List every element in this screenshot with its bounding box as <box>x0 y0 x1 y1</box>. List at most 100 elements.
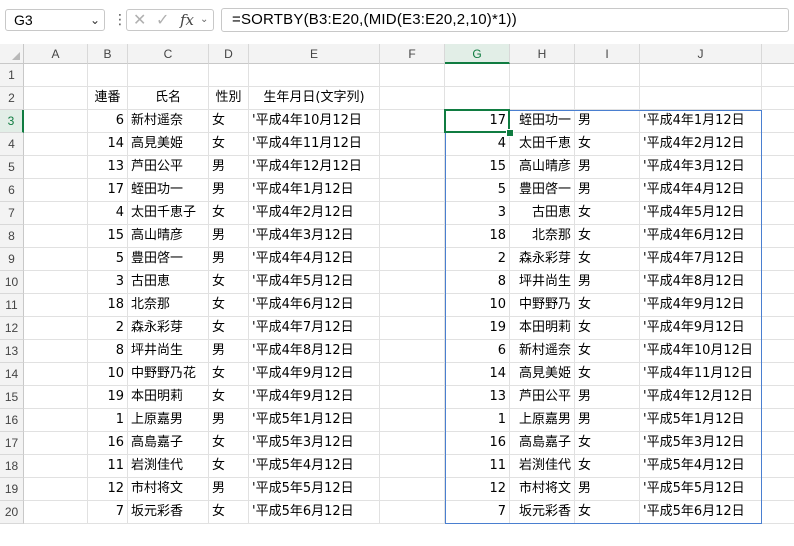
spill-serial-cell[interactable]: 4 <box>445 133 510 156</box>
column-header-h[interactable]: H <box>510 44 575 64</box>
spill-gender-cell[interactable]: 女 <box>575 363 640 386</box>
empty-cell[interactable] <box>762 340 794 363</box>
spill-name-cell[interactable]: 古田恵 <box>510 202 575 225</box>
name-cell[interactable]: 本田明莉 <box>128 386 209 409</box>
spill-birthdate-cell[interactable]: '平成5年3月12日 <box>640 432 762 455</box>
empty-cell[interactable] <box>380 87 445 110</box>
spill-gender-cell[interactable]: 男 <box>575 156 640 179</box>
row-header-14[interactable]: 14 <box>0 363 24 386</box>
row-header-16[interactable]: 16 <box>0 409 24 432</box>
serial-cell[interactable]: 14 <box>88 133 128 156</box>
serial-cell[interactable]: 4 <box>88 202 128 225</box>
empty-cell[interactable] <box>445 87 510 110</box>
header-name[interactable]: 氏名 <box>128 87 209 110</box>
spill-name-cell[interactable]: 高島嘉子 <box>510 432 575 455</box>
spill-gender-cell[interactable]: 女 <box>575 202 640 225</box>
empty-cell[interactable] <box>762 64 794 87</box>
name-cell[interactable]: 新村遥奈 <box>128 110 209 133</box>
gender-cell[interactable]: 男 <box>209 225 249 248</box>
spill-gender-cell[interactable]: 男 <box>575 409 640 432</box>
spill-serial-cell[interactable]: 19 <box>445 317 510 340</box>
serial-cell[interactable]: 18 <box>88 294 128 317</box>
name-cell[interactable]: 高見美姫 <box>128 133 209 156</box>
formula-input[interactable]: =SORTBY(B3:E20,(MID(E3:E20,2,10)*1)) <box>221 8 789 32</box>
empty-cell[interactable] <box>762 455 794 478</box>
spill-serial-cell[interactable]: 7 <box>445 501 510 524</box>
empty-cell[interactable] <box>24 110 88 133</box>
spill-serial-cell[interactable]: 1 <box>445 409 510 432</box>
spill-name-cell[interactable]: 新村遥奈 <box>510 340 575 363</box>
empty-cell[interactable] <box>762 409 794 432</box>
empty-cell[interactable] <box>762 248 794 271</box>
empty-cell[interactable] <box>380 133 445 156</box>
empty-cell[interactable] <box>24 363 88 386</box>
spill-name-cell[interactable]: 豊田啓一 <box>510 179 575 202</box>
fill-handle[interactable] <box>506 129 514 137</box>
row-header-10[interactable]: 10 <box>0 271 24 294</box>
empty-cell[interactable] <box>24 87 88 110</box>
spill-birthdate-cell[interactable]: '平成4年8月12日 <box>640 271 762 294</box>
serial-cell[interactable]: 16 <box>88 432 128 455</box>
column-header-c[interactable]: C <box>128 44 209 64</box>
empty-cell[interactable] <box>762 202 794 225</box>
gender-cell[interactable]: 女 <box>209 294 249 317</box>
column-header-next[interactable] <box>762 44 794 64</box>
empty-cell[interactable] <box>380 179 445 202</box>
serial-cell[interactable]: 15 <box>88 225 128 248</box>
spill-gender-cell[interactable]: 女 <box>575 248 640 271</box>
birthdate-cell[interactable]: '平成4年4月12日 <box>249 248 380 271</box>
serial-cell[interactable]: 13 <box>88 156 128 179</box>
empty-cell[interactable] <box>762 501 794 524</box>
empty-cell[interactable] <box>762 294 794 317</box>
name-cell[interactable]: 森永彩芽 <box>128 317 209 340</box>
name-cell[interactable]: 高島嘉子 <box>128 432 209 455</box>
name-cell[interactable]: 中野野乃花 <box>128 363 209 386</box>
row-header-20[interactable]: 20 <box>0 501 24 524</box>
spill-birthdate-cell[interactable]: '平成4年3月12日 <box>640 156 762 179</box>
spill-birthdate-cell[interactable]: '平成4年9月12日 <box>640 294 762 317</box>
column-header-f[interactable]: F <box>380 44 445 64</box>
name-cell[interactable]: 坂元彩香 <box>128 501 209 524</box>
row-header-15[interactable]: 15 <box>0 386 24 409</box>
gender-cell[interactable]: 女 <box>209 363 249 386</box>
spill-serial-cell[interactable]: 6 <box>445 340 510 363</box>
row-header-5[interactable]: 5 <box>0 156 24 179</box>
spill-name-cell[interactable]: 太田千恵 <box>510 133 575 156</box>
empty-cell[interactable] <box>575 64 640 87</box>
name-cell[interactable]: 古田恵 <box>128 271 209 294</box>
worksheet-grid[interactable]: A B C D E F G H I J 1 2 3 4 5 6 7 8 9 10 11 12 13 14 15 16 17 18 19 2… <box>0 44 794 546</box>
empty-cell[interactable] <box>380 64 445 87</box>
birthdate-cell[interactable]: '平成4年12月12日 <box>249 156 380 179</box>
row-header-11[interactable]: 11 <box>0 294 24 317</box>
serial-cell[interactable]: 8 <box>88 340 128 363</box>
row-header-19[interactable]: 19 <box>0 478 24 501</box>
gender-cell[interactable]: 男 <box>209 340 249 363</box>
empty-cell[interactable] <box>380 432 445 455</box>
empty-cell[interactable] <box>380 202 445 225</box>
empty-cell[interactable] <box>88 64 128 87</box>
row-header-3[interactable]: 3 <box>0 110 24 133</box>
serial-cell[interactable]: 6 <box>88 110 128 133</box>
enter-icon[interactable]: ✓ <box>156 10 169 30</box>
column-header-i[interactable]: I <box>575 44 640 64</box>
row-header-12[interactable]: 12 <box>0 317 24 340</box>
spill-gender-cell[interactable]: 女 <box>575 317 640 340</box>
empty-cell[interactable] <box>380 409 445 432</box>
empty-cell[interactable] <box>380 225 445 248</box>
spill-birthdate-cell[interactable]: '平成5年4月12日 <box>640 455 762 478</box>
header-gender[interactable]: 性別 <box>209 87 249 110</box>
birthdate-cell[interactable]: '平成4年6月12日 <box>249 294 380 317</box>
empty-cell[interactable] <box>380 386 445 409</box>
birthdate-cell[interactable]: '平成5年5月12日 <box>249 478 380 501</box>
birthdate-cell[interactable]: '平成4年9月12日 <box>249 386 380 409</box>
spill-gender-cell[interactable]: 女 <box>575 501 640 524</box>
empty-cell[interactable] <box>24 133 88 156</box>
empty-cell[interactable] <box>380 340 445 363</box>
birthdate-cell[interactable]: '平成4年5月12日 <box>249 271 380 294</box>
empty-cell[interactable] <box>380 363 445 386</box>
cancel-icon[interactable]: ✕ <box>133 10 146 30</box>
spill-gender-cell[interactable]: 男 <box>575 478 640 501</box>
empty-cell[interactable] <box>24 455 88 478</box>
more-options-icon[interactable]: ⋮ <box>113 9 127 31</box>
birthdate-cell[interactable]: '平成4年7月12日 <box>249 317 380 340</box>
